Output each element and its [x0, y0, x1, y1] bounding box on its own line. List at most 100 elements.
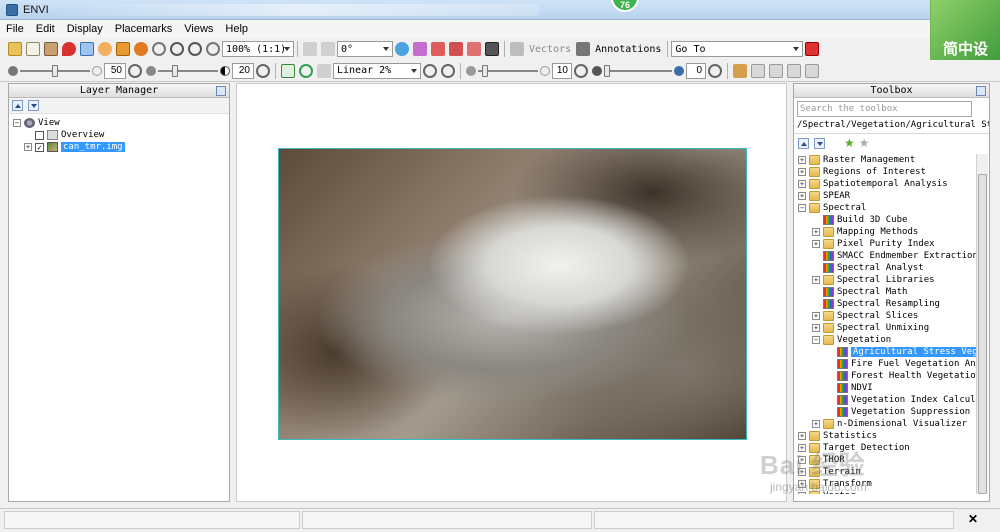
- zoom-out-icon[interactable]: [188, 42, 202, 56]
- camera-icon[interactable]: [485, 42, 499, 56]
- toolbox-item[interactable]: Spectral Resampling: [798, 298, 976, 310]
- close-icon[interactable]: ✕: [966, 512, 980, 526]
- zoom-select[interactable]: 100% (1:1): [222, 41, 294, 57]
- layout-1-icon[interactable]: [751, 63, 765, 78]
- expand-icon[interactable]: +: [812, 324, 820, 332]
- measure-icon[interactable]: [467, 42, 481, 56]
- menu-edit[interactable]: Edit: [30, 23, 61, 35]
- toolbox-item[interactable]: Forest Health Vegetation Analysis: [798, 370, 976, 382]
- toolbox-item[interactable]: + Spectral Slices: [798, 310, 976, 322]
- go-to-icon[interactable]: [805, 42, 820, 56]
- fixed-zoom-icon[interactable]: [206, 42, 220, 56]
- toolbox-item[interactable]: + Spatiotemporal Analysis: [798, 178, 976, 190]
- expand-icon[interactable]: +: [812, 312, 820, 320]
- toolbox-scrollbar[interactable]: [976, 154, 988, 494]
- toolbox-item[interactable]: Spectral Analyst: [798, 262, 976, 274]
- menu-placemarks[interactable]: Placemarks: [109, 23, 178, 35]
- expand-icon[interactable]: +: [812, 276, 820, 284]
- toolbox-item[interactable]: Build 3D Cube: [798, 214, 976, 226]
- open-folder-icon[interactable]: [8, 42, 22, 56]
- goto-select[interactable]: Go To: [671, 41, 804, 57]
- stretch-off-icon[interactable]: [317, 63, 331, 78]
- sharpen-value[interactable]: 10: [552, 62, 572, 79]
- select-cursor-icon[interactable]: [80, 42, 94, 56]
- reset-stretch-icon[interactable]: [441, 63, 455, 78]
- stretch-full-icon[interactable]: [281, 63, 295, 78]
- vectors-icon[interactable]: [510, 42, 524, 56]
- crop-icon[interactable]: [44, 42, 58, 56]
- layer-tree-view[interactable]: − View: [13, 117, 229, 129]
- notification-badge[interactable]: 76: [611, 0, 639, 12]
- toolbox-item[interactable]: + n-Dimensional Visualizer: [798, 418, 976, 430]
- stretch-select[interactable]: Linear 2%: [333, 62, 421, 79]
- toolbox-item[interactable]: − Vegetation: [798, 334, 976, 346]
- raster-image[interactable]: [278, 148, 747, 440]
- north-up-icon[interactable]: [395, 42, 409, 56]
- expand-icon[interactable]: +: [798, 432, 806, 440]
- rotate-left-icon[interactable]: [303, 42, 317, 56]
- favorite-add-icon[interactable]: ★: [844, 136, 855, 150]
- menu-display[interactable]: Display: [61, 23, 109, 35]
- toolbox-item[interactable]: + Statistics: [798, 430, 976, 442]
- sharpen-slider[interactable]: [478, 64, 538, 78]
- contrast-value[interactable]: 20: [232, 62, 254, 79]
- overview-checkbox[interactable]: [35, 130, 44, 140]
- expand-icon[interactable]: +: [798, 156, 806, 164]
- toolbox-item[interactable]: − Spectral: [798, 202, 976, 214]
- slider-thumb[interactable]: [52, 64, 58, 77]
- brightness-slider[interactable]: [20, 64, 90, 78]
- toolbox-item[interactable]: + SPEAR: [798, 190, 976, 202]
- fly-icon[interactable]: [116, 42, 130, 56]
- layer-visibility-checkbox[interactable]: ✓: [35, 142, 44, 152]
- expand-icon[interactable]: +: [798, 180, 806, 188]
- layout-3-icon[interactable]: [787, 63, 801, 78]
- rotate-right-icon[interactable]: [321, 42, 335, 56]
- toolbox-item[interactable]: Vegetation Index Calculator: [798, 394, 976, 406]
- vectors-button[interactable]: Vectors: [529, 44, 571, 55]
- rotation-select[interactable]: 0°: [337, 41, 393, 57]
- image-view[interactable]: [236, 83, 787, 502]
- move-layer-down-button[interactable]: [28, 100, 39, 111]
- ruler-icon[interactable]: [413, 42, 427, 56]
- slider-thumb[interactable]: [604, 64, 610, 77]
- collapse-icon[interactable]: −: [13, 119, 21, 127]
- expand-icon[interactable]: +: [24, 143, 32, 151]
- toolbox-item[interactable]: + Regions of Interest: [798, 166, 976, 178]
- toolbox-item[interactable]: + Pixel Purity Index: [798, 238, 976, 250]
- stretch-view-icon[interactable]: [299, 63, 313, 78]
- toolbox-item[interactable]: Vegetation Suppression: [798, 406, 976, 418]
- toolbox-item[interactable]: NDVI: [798, 382, 976, 394]
- toolbox-item[interactable]: + Spectral Libraries: [798, 274, 976, 286]
- favorite-remove-icon[interactable]: ★: [859, 136, 870, 150]
- transparency-value[interactable]: 0: [686, 62, 706, 79]
- measure-tool-icon[interactable]: [733, 63, 747, 78]
- expand-icon[interactable]: +: [798, 192, 806, 200]
- annotation-text-icon[interactable]: [449, 42, 463, 56]
- annotations-button[interactable]: Annotations: [595, 44, 661, 55]
- reset-icon[interactable]: [574, 63, 588, 78]
- scrollbar-thumb[interactable]: [978, 174, 987, 494]
- transparency-slider[interactable]: [604, 64, 672, 78]
- brightness-value[interactable]: 50: [104, 62, 126, 79]
- toolbox-item[interactable]: SMACC Endmember Extraction: [798, 250, 976, 262]
- layer-tree-overview[interactable]: Overview: [13, 129, 229, 141]
- slider-thumb[interactable]: [482, 64, 488, 77]
- expand-icon[interactable]: +: [798, 168, 806, 176]
- toolbox-item[interactable]: + Mapping Methods: [798, 226, 976, 238]
- refresh-icon[interactable]: [423, 63, 437, 78]
- menu-views[interactable]: Views: [178, 23, 219, 35]
- data-manager-icon[interactable]: [26, 42, 40, 56]
- move-layer-up-button[interactable]: [12, 100, 23, 111]
- pin-icon[interactable]: [976, 86, 986, 96]
- pin-icon[interactable]: [216, 86, 226, 96]
- menu-file[interactable]: File: [0, 23, 30, 35]
- collapse-all-button[interactable]: [798, 137, 809, 149]
- annotations-icon[interactable]: [576, 42, 591, 56]
- placemark-icon[interactable]: [62, 42, 76, 56]
- pan-hand-icon[interactable]: [98, 42, 112, 56]
- contrast-slider[interactable]: [158, 64, 218, 78]
- expand-icon[interactable]: +: [812, 228, 820, 236]
- toolbox-item[interactable]: Fire Fuel Vegetation Analysis: [798, 358, 976, 370]
- layout-2-icon[interactable]: [769, 63, 783, 78]
- expand-all-button[interactable]: [814, 137, 825, 149]
